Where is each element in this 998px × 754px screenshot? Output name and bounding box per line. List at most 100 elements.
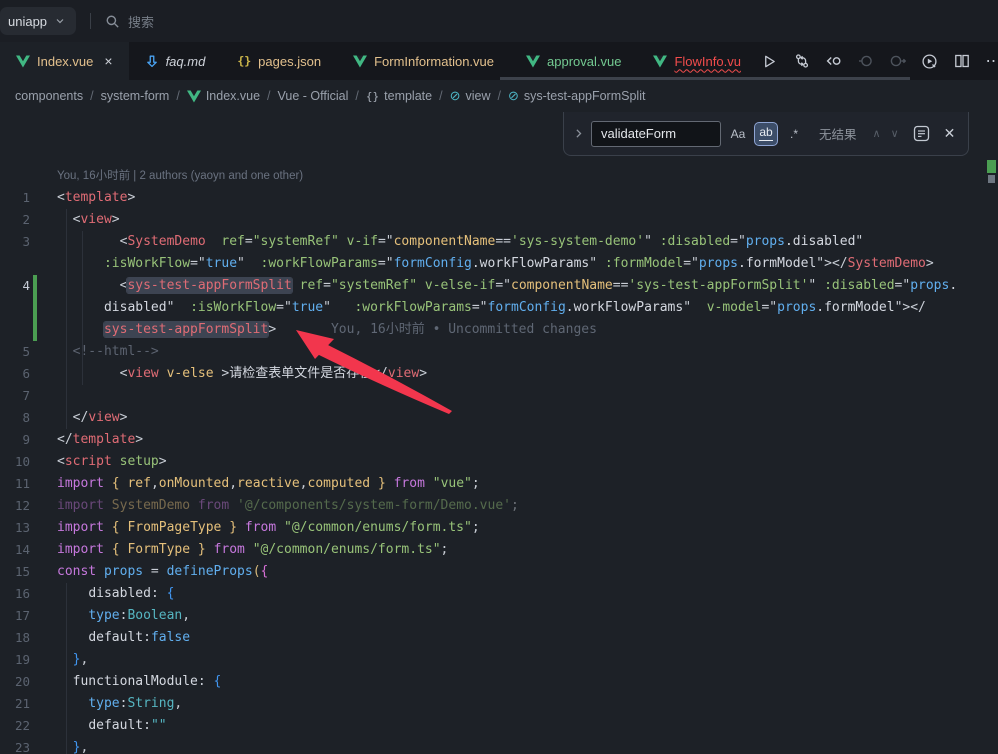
tab-bar: Index.vue× faq.md {}pages.jsonFormInformat… xyxy=(0,42,998,80)
workspace-switcher[interactable]: uniapp xyxy=(0,7,76,35)
code-editor[interactable]: You, 16小时前 | 2 authors (yaoyn and one ot… xyxy=(0,112,998,754)
code-line-9[interactable]: 9</template> xyxy=(0,429,998,451)
breadcrumb-label: template xyxy=(384,89,432,103)
more-actions-button[interactable]: ⋯ xyxy=(981,48,998,74)
code-line-6[interactable]: 6 <view v-else >请检查表单文件是否存在</view> xyxy=(0,363,998,385)
code-line-5[interactable]: 5 <!--html--> xyxy=(0,341,998,363)
breadcrumb-separator: / xyxy=(176,89,179,103)
line-number: 7 xyxy=(0,385,30,407)
code-line-wrap[interactable]: sys-test-appFormSplit> You, 16小时前 • Unco… xyxy=(0,319,998,341)
tab-faq-md[interactable]: faq.md xyxy=(129,42,222,80)
code-line-11[interactable]: 11import { ref,onMounted,reactive,comput… xyxy=(0,473,998,495)
codelens-authors[interactable]: You, 16小时前 | 2 authors (yaoyn and one ot… xyxy=(57,167,303,183)
breadcrumb-item-components[interactable]: components xyxy=(15,89,83,103)
symbol-icon: ⊘ xyxy=(508,88,519,104)
run-button[interactable] xyxy=(757,48,783,74)
line-content: default:"" xyxy=(57,715,167,737)
find-close-button[interactable]: ✕ xyxy=(944,125,956,142)
tab-close-icon[interactable]: × xyxy=(104,54,112,68)
chevron-right-icon xyxy=(572,127,585,140)
vue-icon xyxy=(16,55,30,68)
breadcrumb-item-vue-official[interactable]: Vue - Official xyxy=(278,89,349,103)
git-compare-icon xyxy=(794,53,810,69)
tab-forminformation-vue[interactable]: FormInformation.vue xyxy=(337,42,510,80)
breadcrumb: components / system-form / Index.vue / Vue - O… xyxy=(0,80,998,112)
code-line-20[interactable]: 20 functionalModule: { xyxy=(0,671,998,693)
code-line-2[interactable]: 2 <view> xyxy=(0,209,998,231)
code-line-22[interactable]: 22 default:"" xyxy=(0,715,998,737)
breadcrumb-separator: / xyxy=(267,89,270,103)
tab-index-vue[interactable]: Index.vue× xyxy=(0,42,129,80)
breadcrumb-label: system-form xyxy=(101,89,170,103)
chevron-down-icon xyxy=(54,15,66,27)
run-or-debug-button[interactable] xyxy=(917,48,943,74)
find-in-selection-button[interactable] xyxy=(913,125,930,142)
markdown-icon xyxy=(145,54,159,68)
code-line-14[interactable]: 14 import { FormType } from "@/common/enu… xyxy=(0,539,998,561)
code-line-23[interactable]: 23 }, xyxy=(0,737,998,754)
line-content: <sys-test-appFormSplit ref="systemRef" v… xyxy=(57,275,957,297)
tab-label: pages.json xyxy=(258,54,321,69)
toggle-replace-button[interactable] xyxy=(572,127,585,140)
line-content: import { FormType } from "@/common/enums… xyxy=(57,539,448,561)
line-content: <view v-else >请检查表单文件是否存在</view> xyxy=(57,363,427,385)
breadcrumb-item-system-form[interactable]: system-form xyxy=(101,89,170,103)
find-next-button[interactable]: ∨ xyxy=(891,127,899,140)
code-rows: 1<template>2 <view>3 <SystemDemo ref="sy… xyxy=(0,187,998,754)
code-line-10[interactable]: 10<script setup> xyxy=(0,451,998,473)
code-line-3[interactable]: 3 <SystemDemo ref="systemRef" v-if="comp… xyxy=(0,231,998,253)
find-input[interactable] xyxy=(591,121,721,147)
code-line-8[interactable]: 8 </view> xyxy=(0,407,998,429)
tab-flowinfo-vu[interactable]: FlowInfo.vu xyxy=(637,42,756,80)
breadcrumb-item-index-vue[interactable]: Index.vue xyxy=(187,89,260,103)
code-line-21[interactable]: 21 type:String, xyxy=(0,693,998,715)
regex-button[interactable]: .* xyxy=(783,123,805,145)
tab-approval-vue[interactable]: approval.vue xyxy=(510,42,637,80)
code-line-16[interactable]: 16 disabled: { xyxy=(0,583,998,605)
code-line-19[interactable]: 19 }, xyxy=(0,649,998,671)
line-content: </template> xyxy=(57,429,143,451)
tab-pages-json[interactable]: {}pages.json xyxy=(221,42,337,80)
match-case-button[interactable]: Aa xyxy=(727,123,749,145)
code-line-12[interactable]: 12import SystemDemo from '@/components/s… xyxy=(0,495,998,517)
code-line-wrap[interactable]: disabled" :isWorkFlow="true" :workFlowPa… xyxy=(0,297,998,319)
whole-word-label: ab xyxy=(759,126,772,140)
title-bar: uniapp 搜索 xyxy=(0,0,998,42)
tab-label: faq.md xyxy=(166,54,206,69)
nav-forward-icon xyxy=(889,53,906,69)
line-number: 19 xyxy=(0,649,30,671)
code-line-1[interactable]: 1<template> xyxy=(0,187,998,209)
line-number: 3 xyxy=(0,231,30,253)
code-line-wrap[interactable]: :isWorkFlow="true" :workFlowParams="form… xyxy=(0,253,998,275)
code-line-15[interactable]: 15const props = defineProps({ xyxy=(0,561,998,583)
line-number: 14 xyxy=(0,539,30,561)
vue-icon xyxy=(353,55,367,68)
code-line-17[interactable]: 17 type:Boolean, xyxy=(0,605,998,627)
line-content: sys-test-appFormSplit> You, 16小时前 • Unco… xyxy=(57,319,597,341)
ellipsis-icon: ⋯ xyxy=(985,51,998,71)
breadcrumb-separator: / xyxy=(439,89,442,103)
git-compare-button[interactable] xyxy=(789,48,815,74)
split-editor-button[interactable] xyxy=(949,48,975,74)
find-widget: Aa ab .* 无结果 ∧ ∨ ✕ xyxy=(563,112,969,156)
titlebar-search[interactable]: 搜索 xyxy=(105,12,154,31)
breadcrumb-item-template[interactable]: {}template xyxy=(366,89,432,103)
vue-icon xyxy=(526,55,540,68)
symbol-icon: ⊘ xyxy=(450,88,461,104)
breadcrumb-item-view[interactable]: ⊘view xyxy=(450,88,491,104)
breadcrumb-separator: / xyxy=(90,89,93,103)
code-line-13[interactable]: 13import { FromPageType } from "@/common… xyxy=(0,517,998,539)
line-number: 10 xyxy=(0,451,30,473)
breadcrumb-label: Index.vue xyxy=(206,89,260,103)
code-line-4[interactable]: 4 <sys-test-appFormSplit ref="systemRef"… xyxy=(0,275,998,297)
whole-word-button[interactable]: ab xyxy=(755,123,777,145)
nav-forward-button xyxy=(885,48,911,74)
code-line-7[interactable]: 7 xyxy=(0,385,998,407)
line-content: </view> xyxy=(57,407,127,429)
find-previous-button[interactable]: ∧ xyxy=(873,127,881,140)
line-number: 6 xyxy=(0,363,30,385)
open-changes-button[interactable] xyxy=(821,48,847,74)
code-line-18[interactable]: 18 default:false xyxy=(0,627,998,649)
breadcrumb-item-sys-test-appformsplit[interactable]: ⊘sys-test-appFormSplit xyxy=(508,88,645,104)
find-in-selection-icon xyxy=(913,125,930,142)
